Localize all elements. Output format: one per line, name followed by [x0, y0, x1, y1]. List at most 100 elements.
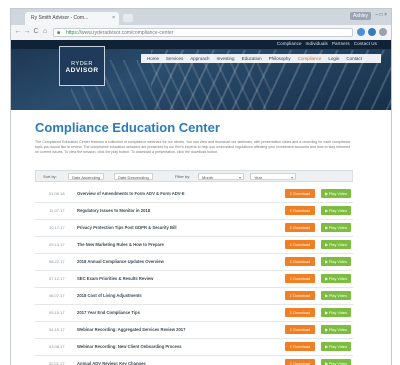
window-controls[interactable]: – □ ×	[376, 12, 388, 18]
play-video-button[interactable]: ▶ Play Video	[321, 325, 351, 334]
filter-bar: Sort by: Date Ascending Date Descending …	[35, 170, 353, 182]
forward-arrow-icon[interactable]: →	[23, 28, 31, 35]
sort-date-ascending-button[interactable]: Date Ascending	[68, 173, 105, 180]
utility-link[interactable]: Contact Us	[354, 41, 377, 46]
download-button[interactable]: ⇩ Download	[285, 206, 315, 215]
list-item: 07.12.17 SEC Exam Priorities & Results Re…	[35, 271, 353, 288]
utility-link[interactable]: Compliance	[277, 41, 302, 46]
webinar-date: 10.17.17	[49, 225, 65, 230]
nav-item-philosophy[interactable]: Philosophy	[269, 56, 291, 61]
list-item: 08.22.17 2018 Annual Compliance Updates O…	[35, 254, 353, 271]
download-button[interactable]: ⇩ Download	[285, 189, 315, 198]
webinar-title: 2017 Year End Compliance Tips	[77, 310, 140, 315]
webinar-date: 07.12.17	[49, 276, 65, 281]
download-button[interactable]: ⇩ Download	[285, 223, 315, 232]
browser-tab[interactable]: Ry Smith Advisor - Com... ×	[25, 12, 119, 25]
browser-toolbar: ← → C ⌂ ■ https://www.ryderadvisor.com/c…	[11, 25, 391, 40]
utility-link[interactable]: Partners	[332, 41, 350, 46]
nav-item-services[interactable]: Services	[166, 56, 183, 61]
nav-item-login[interactable]: Login	[328, 56, 339, 61]
chevron-down-icon: ▾	[238, 175, 241, 180]
download-button[interactable]: ⇩ Download	[285, 325, 315, 334]
download-button[interactable]: ⇩ Download	[285, 257, 315, 266]
list-item: 05.10.17 2017 Year End Compliance Tips ⇩ D…	[35, 305, 353, 322]
lock-icon: ■	[57, 30, 61, 36]
webinar-date: 09.13.17	[49, 242, 65, 247]
intro-paragraph: The Compliance Education Center features…	[35, 140, 351, 154]
browser-tab-bar: Ry Smith Advisor - Com... × Ashley – □ ×	[11, 9, 391, 25]
webinar-date: 12.07.17	[49, 208, 65, 213]
webinar-date: 08.22.17	[49, 259, 65, 264]
webinar-date: 06.07.17	[49, 293, 65, 298]
download-button[interactable]: ⇩ Download	[285, 342, 315, 351]
download-button[interactable]: ⇩ Download	[285, 240, 315, 249]
play-video-button[interactable]: ▶ Play Video	[321, 291, 351, 300]
extension-icon[interactable]	[368, 28, 376, 36]
list-item: 06.07.17 2018 Cost of Living Adjustments ⇩…	[35, 288, 353, 305]
url-scheme: https://	[66, 30, 82, 36]
sort-label: Sort by:	[43, 174, 57, 179]
back-arrow-icon[interactable]: ←	[14, 28, 22, 35]
page-title: Compliance Education Center	[35, 120, 220, 135]
main-navigation: Home Services Approach Investing Education Ph…	[141, 54, 381, 63]
play-video-button[interactable]: ▶ Play Video	[321, 308, 351, 317]
year-select-value: Year	[254, 175, 263, 180]
list-item: 04.19.17 Webinar Recording: Aggregated Se…	[35, 322, 353, 339]
screenshot-frame: Ry Smith Advisor - Com... × Ashley – □ ×…	[0, 0, 400, 365]
nav-item-home[interactable]: Home	[147, 56, 159, 61]
extension-icon[interactable]	[357, 28, 365, 36]
list-item: 03.08.17 Webinar Recording: New Client On…	[35, 339, 353, 356]
sort-date-descending-button[interactable]: Date Descending	[114, 173, 153, 180]
webinar-title: SEC Exam Priorities & Results Review	[77, 276, 154, 281]
webinar-title: Webinar Recording: New Client Onboarding…	[77, 344, 182, 349]
play-video-button[interactable]: ▶ Play Video	[321, 257, 351, 266]
reload-icon[interactable]: C	[32, 28, 40, 35]
address-bar[interactable]: ■ https://www.ryderadvisor.com/complianc…	[53, 28, 353, 37]
month-select-value: Month	[202, 175, 214, 180]
new-tab-button[interactable]	[123, 14, 133, 22]
year-select[interactable]: Year ▾	[250, 173, 296, 180]
play-video-button[interactable]: ▶ Play Video	[321, 189, 351, 198]
play-video-button[interactable]: ▶ Play Video	[321, 359, 351, 365]
play-video-button[interactable]: ▶ Play Video	[321, 223, 351, 232]
download-button[interactable]: ⇩ Download	[285, 291, 315, 300]
webinar-title: 2018 Cost of Living Adjustments	[77, 293, 142, 298]
browser-tab-title: Ry Smith Advisor - Com...	[31, 15, 89, 21]
nav-item-compliance[interactable]: Compliance	[298, 56, 322, 61]
download-button[interactable]: ⇩ Download	[285, 359, 315, 365]
tab-close-icon[interactable]: ×	[112, 15, 115, 21]
filter-label: Filter by:	[175, 174, 191, 179]
nav-item-approach[interactable]: Approach	[190, 56, 209, 61]
webinar-date: 04.19.17	[49, 327, 65, 332]
webinar-title: Privacy Protection Tips Post GDPR & Secu…	[77, 225, 177, 230]
nav-item-contact[interactable]: Contact	[346, 56, 362, 61]
logo-text-line2: ADVISOR	[65, 67, 99, 74]
play-video-button[interactable]: ▶ Play Video	[321, 342, 351, 351]
utility-link[interactable]: Individuals	[306, 41, 328, 46]
webinar-title: 2018 Annual Compliance Updates Overview	[77, 259, 164, 264]
menu-icon[interactable]	[379, 28, 387, 36]
nav-item-investing[interactable]: Investing	[217, 56, 235, 61]
play-video-button[interactable]: ▶ Play Video	[321, 274, 351, 283]
download-button[interactable]: ⇩ Download	[285, 274, 315, 283]
profile-chip[interactable]: Ashley	[349, 12, 371, 20]
webinar-title: Overview of Amendments to Form ADV & For…	[77, 191, 185, 196]
webinar-title: Annual ADV Review: Key Changes	[77, 361, 146, 365]
month-select[interactable]: Month ▾	[198, 173, 244, 180]
list-item: 01.09.18 Overview of Amendments to Form A…	[35, 186, 353, 203]
home-icon[interactable]: ⌂	[41, 28, 49, 35]
web-page: Compliance Individuals Partners Contact Us …	[10, 40, 392, 365]
webinar-date: 01.09.18	[49, 191, 65, 196]
download-button[interactable]: ⇩ Download	[285, 308, 315, 317]
url-path: /compliance-center	[131, 30, 174, 36]
webinar-date: 03.08.17	[49, 344, 65, 349]
url-host: www.ryderadvisor.com	[81, 30, 132, 36]
play-video-button[interactable]: ▶ Play Video	[321, 206, 351, 215]
play-video-button[interactable]: ▶ Play Video	[321, 240, 351, 249]
nav-item-education[interactable]: Education	[242, 56, 262, 61]
site-logo[interactable]: RYDER ADVISOR	[59, 46, 105, 86]
site-header: Compliance Individuals Partners Contact Us …	[11, 40, 391, 110]
webinar-title: The New Marketing Rules & How to Prepare	[77, 242, 164, 247]
list-item: 10.17.17 Privacy Protection Tips Post GDP…	[35, 220, 353, 237]
list-item: 09.13.17 The New Marketing Rules & How to…	[35, 237, 353, 254]
